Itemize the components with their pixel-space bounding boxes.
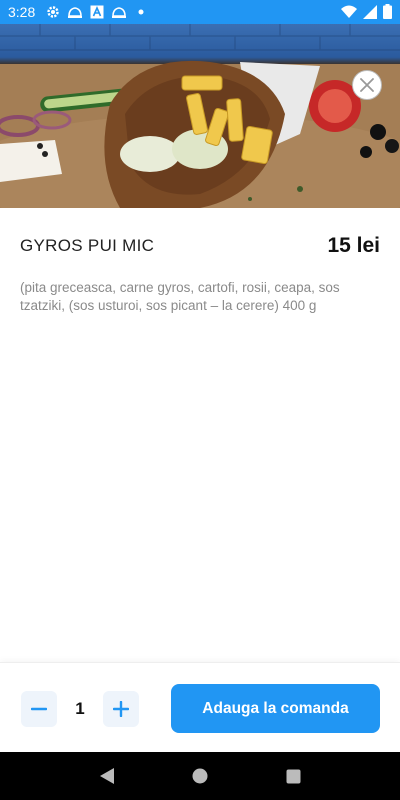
gyros-illustration	[0, 24, 400, 208]
home-nav-button[interactable]	[188, 764, 212, 788]
back-triangle-icon	[99, 768, 114, 784]
system-nav-bar	[0, 752, 400, 800]
increase-quantity-button[interactable]	[103, 691, 139, 727]
product-description: (pita greceasca, carne gyros, cartofi, r…	[20, 280, 340, 313]
gear-icon	[45, 4, 61, 20]
a-icon	[89, 4, 105, 20]
wifi-icon	[341, 5, 357, 22]
status-right-icons	[341, 4, 392, 22]
status-time: 3:28	[8, 4, 36, 20]
dot-icon	[133, 4, 149, 20]
plus-icon	[113, 701, 129, 717]
product-price: 15 lei	[327, 234, 380, 257]
decrease-quantity-button[interactable]	[21, 691, 57, 727]
close-button[interactable]	[352, 70, 382, 100]
bell-icon	[67, 4, 83, 20]
recents-nav-button[interactable]	[281, 764, 305, 788]
product-title: GYROS PUI MIC	[20, 236, 155, 255]
signal-icon	[363, 4, 377, 22]
back-nav-button[interactable]	[95, 764, 119, 788]
add-to-order-button[interactable]: Adauga la comanda	[171, 684, 380, 733]
order-bar: 1 Adauga la comanda	[0, 662, 400, 752]
battery-icon	[383, 4, 392, 22]
close-icon	[360, 78, 374, 92]
recents-square-icon	[286, 769, 301, 783]
product-image	[0, 24, 400, 208]
status-bar: 3:28	[0, 0, 400, 24]
home-circle-icon	[192, 768, 208, 784]
minus-icon	[31, 707, 47, 711]
quantity-value: 1	[75, 699, 85, 718]
bell-icon	[111, 4, 127, 20]
